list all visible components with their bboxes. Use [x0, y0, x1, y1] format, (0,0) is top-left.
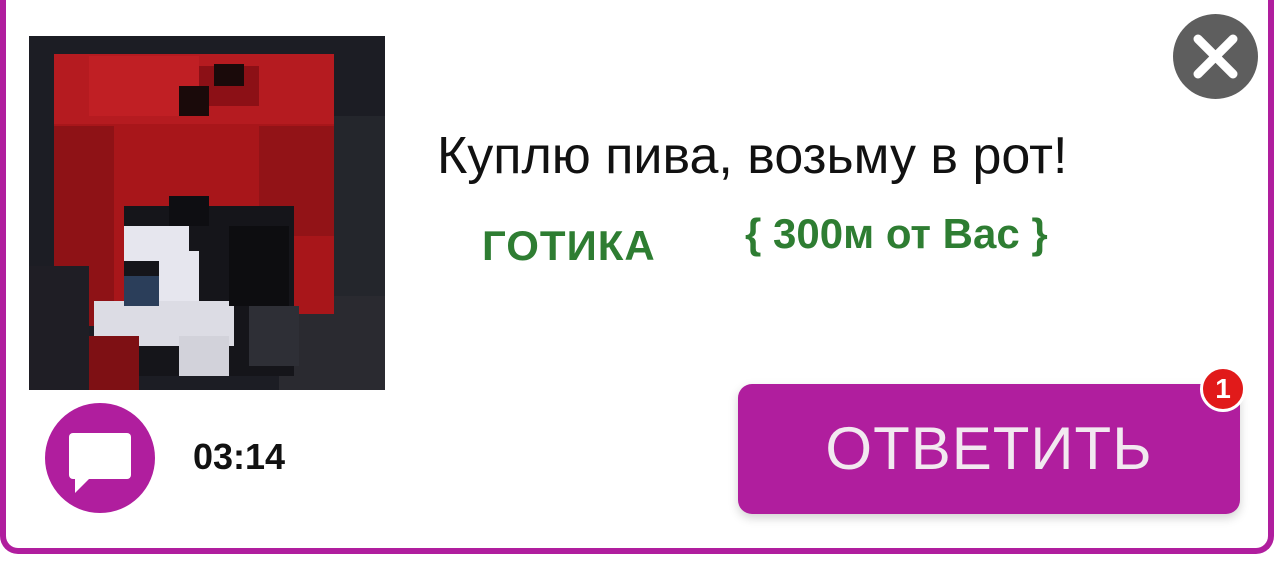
- unread-badge: 1: [1200, 366, 1246, 412]
- sender-avatar: [29, 36, 385, 390]
- reply-button-label: ОТВЕТИТЬ: [825, 415, 1153, 482]
- chat-bubble-icon: [69, 433, 131, 493]
- close-button[interactable]: [1173, 14, 1258, 99]
- distance-label: { 300м от Вас }: [745, 210, 1048, 257]
- close-icon: [1193, 34, 1238, 79]
- category-link[interactable]: ГОТИКА: [482, 222, 656, 270]
- chat-button[interactable]: [45, 403, 155, 513]
- reply-button[interactable]: ОТВЕТИТЬ: [738, 384, 1240, 514]
- message-text: Куплю пива, возьму в рот!: [437, 127, 1068, 185]
- message-time: 03:14: [193, 436, 286, 477]
